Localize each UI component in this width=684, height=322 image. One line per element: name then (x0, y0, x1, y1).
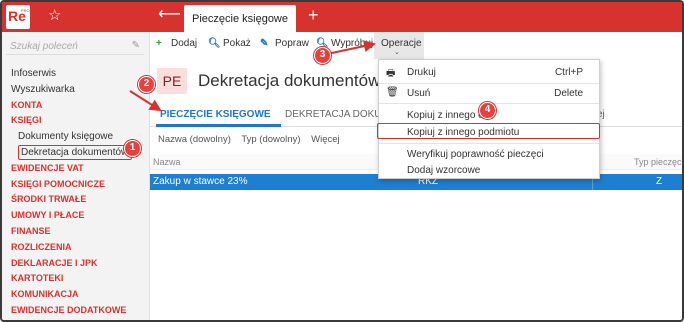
new-tab-icon[interactable]: + (308, 6, 319, 24)
menu-item-print[interactable]: 🖶︎ Drukuj Ctrl+P (379, 64, 599, 80)
pin-icon[interactable]: ✎ (132, 40, 140, 51)
sidebar-item-finanse[interactable]: FINANSE (11, 224, 132, 240)
sidebar-item-srodki-trwale[interactable]: ŚRODKI TRWAŁE (11, 192, 132, 208)
sidebar-item-ksiegi[interactable]: KSIĘGI (11, 113, 132, 129)
sidebar-item-ewidencje-vat[interactable]: EWIDENCJE VAT (11, 161, 132, 177)
sidebar-nav: Infoserwis Wyszukiwarka KONTA KSIĘGI Dok… (11, 66, 133, 319)
try-label: Wypróbuj (331, 38, 374, 49)
sidebar-item-konta[interactable]: KONTA (11, 98, 132, 114)
callout-3: 3 (314, 47, 331, 64)
menu-divider (379, 83, 599, 84)
menu-item-label: Kopiuj z innego ok (407, 110, 489, 121)
printer-icon: 🖶︎ (386, 68, 396, 79)
search-input[interactable]: Szukaj poleceń ✎ (6, 39, 144, 55)
menu-shortcut: Delete (554, 88, 583, 99)
active-tab-indicator (156, 124, 281, 127)
callout-2: 2 (138, 76, 155, 93)
sidebar-item-deklaracje-i-jpk[interactable]: DEKLARACJE I JPK (11, 256, 132, 272)
tab-pieczecie-ksiegowe-sub[interactable]: PIECZĘCIE KSIĘGOWE (160, 109, 271, 120)
menu-item-label: Usuń (407, 88, 431, 99)
menu-shortcut: Ctrl+P (554, 67, 583, 78)
edit-button[interactable]: ✎ Popraw (260, 38, 309, 49)
sidebar-item-ksiegi-pomocnicze[interactable]: KSIĘGI POMOCNICZE (11, 177, 132, 193)
cell-type: Z (656, 176, 663, 187)
operations-label: Operacje (381, 38, 422, 49)
add-label: Dodaj (171, 38, 198, 49)
back-arrow-icon[interactable]: ⟵ (158, 7, 181, 23)
sidebar-item-rozliczenia[interactable]: ROZLICZENIA (11, 240, 132, 256)
search-icon: 🔍︎ (208, 38, 221, 49)
menu-divider (379, 143, 599, 144)
pencil-icon: ✎ (260, 38, 269, 49)
edit-label: Popraw (275, 38, 309, 49)
tab-label: Pieczęcie księgowe (192, 13, 288, 25)
sidebar-item-ewidencje-dodatkowe[interactable]: EWIDENCJE DODATKOWE (11, 303, 132, 319)
preview-label: Pokaż (223, 38, 251, 49)
toolbar: + Dodaj 🔍︎ Pokaż ✎ Popraw 🔍︎ Wypróbuj Operac… (150, 32, 682, 59)
menu-item-delete[interactable]: 🗑︎ Usuń Delete (379, 85, 599, 101)
highlight-box (377, 123, 600, 139)
plus-icon: + (156, 38, 162, 49)
top-bar: Re PRO ☆ ⟵ Pieczęcie księgowe + (2, 2, 682, 32)
logo-subtext: PRO (21, 8, 30, 13)
trash-icon: 🗑︎ (386, 87, 399, 98)
filter-type[interactable]: Typ (dowolny) (241, 134, 300, 145)
tab-dekretacja[interactable]: DEKRETACJA DOKUM (285, 109, 390, 120)
sidebar-item-kartoteki[interactable]: KARTOTEKI (11, 271, 132, 287)
sidebar-item-infoserwis[interactable]: Infoserwis (11, 66, 132, 82)
menu-item-verify[interactable]: Weryfikuj poprawność pieczęci (379, 146, 599, 162)
filter-more[interactable]: Więcej (311, 134, 340, 145)
operations-menu: 🖶︎ Drukuj Ctrl+P 🗑︎ Usuń Delete Kopiuj z… (377, 59, 600, 179)
sidebar: Szukaj poleceń ✎ Infoserwis Wyszukiwarka… (2, 32, 150, 320)
column-header-name[interactable]: Nazwa (153, 157, 181, 167)
menu-item-label: Dodaj wzorcowe (407, 165, 481, 176)
sidebar-item-wyszukiwarka[interactable]: Wyszukiwarka (11, 82, 132, 98)
column-header-type[interactable]: Typ pieczęci (634, 157, 682, 167)
filter-name[interactable]: Nazwa (dowolny) (158, 134, 231, 145)
sidebar-item-dekretacja-wrapper: Dekretacja dokumentów (11, 144, 133, 161)
callout-4: 4 (479, 102, 496, 119)
operations-button[interactable]: Operacje ⌄ (374, 32, 424, 59)
chevron-down-icon: ⌄ (394, 49, 400, 56)
cell-name: Zakup w stawce 23% (153, 176, 248, 187)
menu-item-add-templates[interactable]: Dodaj wzorcowe (379, 162, 599, 178)
add-button[interactable]: + Dodaj (156, 38, 197, 49)
callout-1: 1 (124, 140, 141, 157)
sidebar-item-umowy-i-place[interactable]: UMOWY I PŁACE (11, 208, 132, 224)
menu-item-label: Weryfikuj poprawność pieczęci (407, 149, 544, 160)
search-placeholder: Szukaj poleceń (10, 41, 78, 52)
filter-bar: Nazwa (dowolny) Typ (dowolny) Więcej (158, 134, 348, 145)
app-logo[interactable]: Re PRO (6, 5, 30, 29)
sidebar-item-dekretacja-dokumentow[interactable]: Dekretacja dokumentów (18, 144, 133, 160)
page-badge: PE (157, 68, 187, 94)
sidebar-item-dokumenty-ksiegowe[interactable]: Dokumenty księgowe (11, 129, 132, 145)
page-title: Dekretacja dokumentów (198, 71, 381, 90)
menu-item-label: Drukuj (407, 67, 436, 78)
sidebar-item-komunikacja[interactable]: KOMUNIKACJA (11, 287, 132, 303)
preview-button[interactable]: 🔍︎ Pokaż (208, 38, 251, 49)
app-window: Re PRO ☆ ⟵ Pieczęcie księgowe + Szukaj p… (0, 0, 684, 322)
tab-pieczecie-ksiegowe[interactable]: Pieczęcie księgowe (184, 5, 296, 32)
star-icon[interactable]: ☆ (48, 8, 61, 23)
